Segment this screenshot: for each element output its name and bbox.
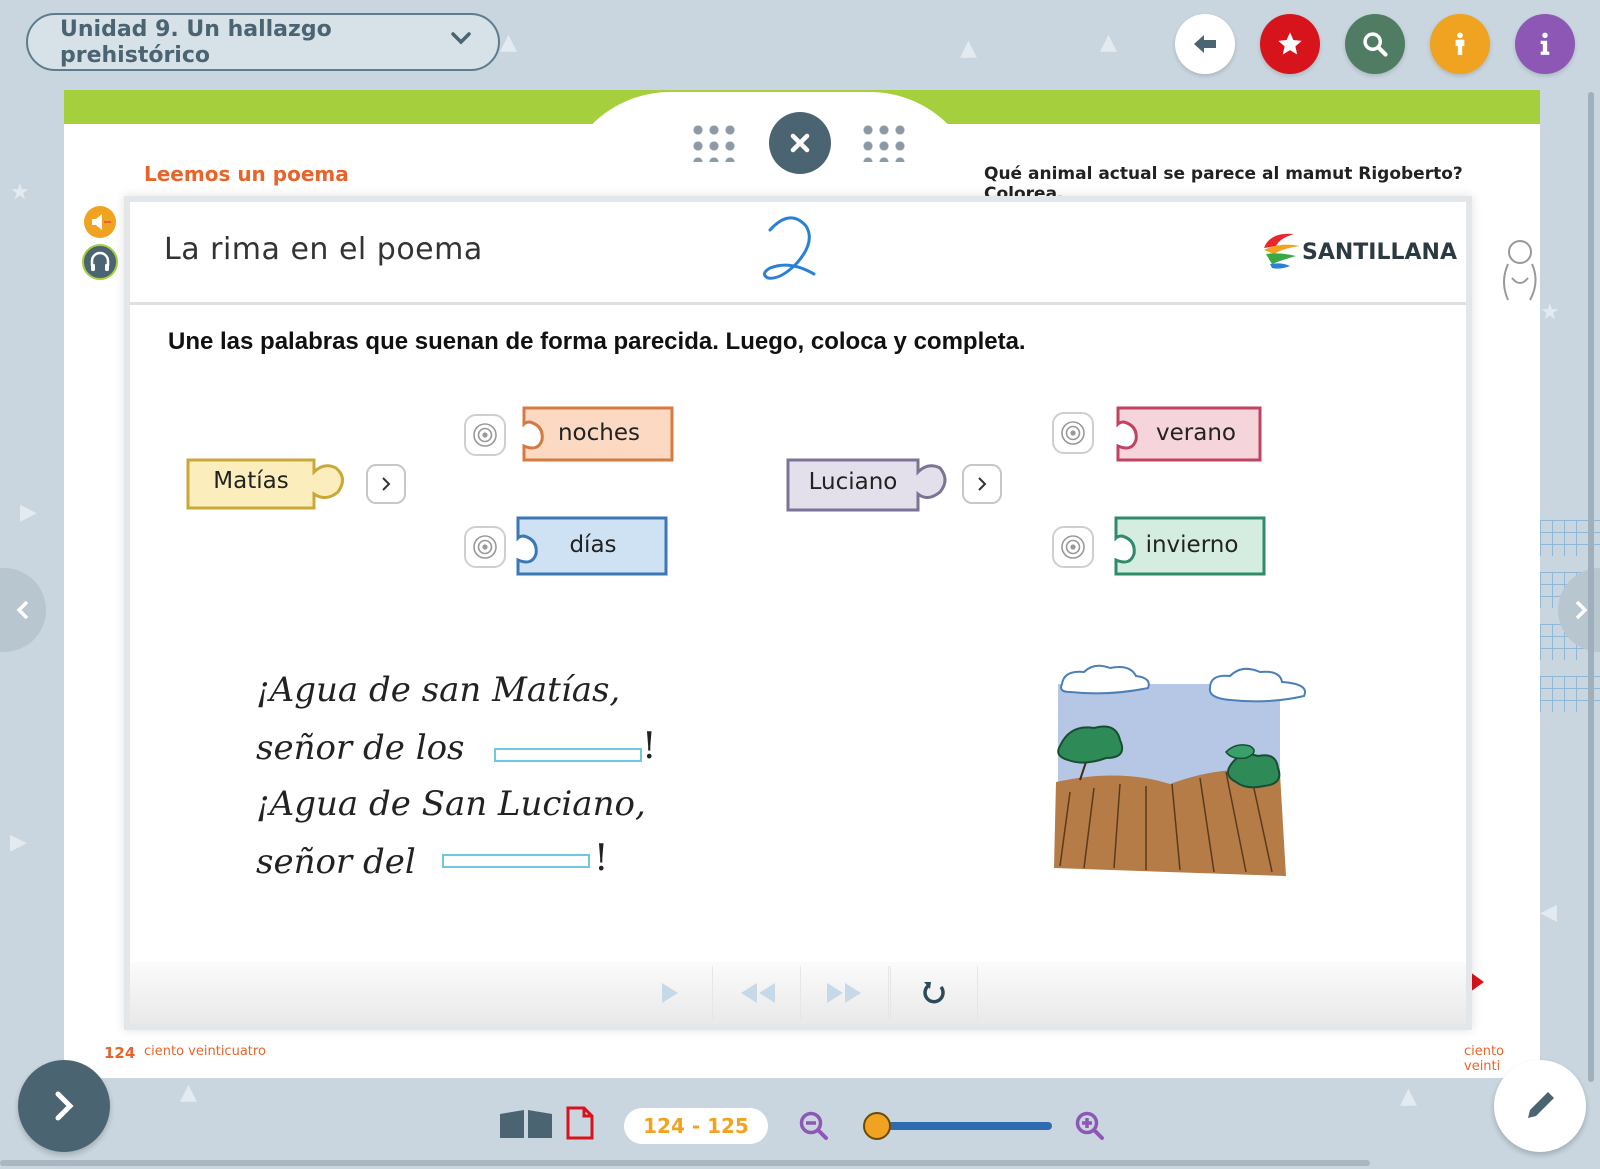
close-button[interactable]: [769, 112, 831, 174]
target-radio-button[interactable]: [464, 414, 506, 456]
bg-triangle-icon: ▲: [180, 1080, 197, 1105]
unit-title: Unidad 9. Un hallazgo prehistórico: [60, 17, 332, 68]
bg-triangle-icon: ◀: [1540, 900, 1557, 925]
edit-pencil-button[interactable]: [1494, 1060, 1586, 1152]
target-icon: [1061, 535, 1085, 559]
audio-speaker-icon[interactable]: [84, 206, 116, 238]
prev-page-button[interactable]: [0, 568, 46, 652]
accessibility-button[interactable]: [1430, 14, 1490, 74]
exclamation-mark: !: [642, 726, 657, 767]
landscape-illustration: [1054, 664, 1306, 876]
double-page-view-icon[interactable]: [498, 1108, 554, 1140]
rewind-button[interactable]: [714, 966, 801, 1020]
rewind-icon: [741, 983, 775, 1003]
chevron-down-icon: [450, 27, 472, 55]
zoom-slider-track[interactable]: [866, 1122, 1052, 1130]
piece-label: verano: [1156, 420, 1236, 446]
close-icon: [790, 133, 810, 153]
drag-handle-right-icon[interactable]: [860, 122, 910, 162]
favorites-button[interactable]: [1260, 14, 1320, 74]
fast-forward-icon: [827, 983, 861, 1003]
pencil-icon: [1528, 1092, 1554, 1118]
bg-triangle-icon: ▶: [10, 830, 27, 855]
bg-triangle-icon: ▲: [1100, 30, 1117, 55]
activity-modal: La rima en el poema SANTILLANA Une las p…: [124, 196, 1472, 1030]
piece-label: Matías: [213, 468, 289, 494]
piece-label: noches: [557, 420, 640, 446]
page-range-indicator[interactable]: 124 - 125: [624, 1108, 768, 1144]
santillana-logo: SANTILLANA: [1260, 222, 1457, 282]
modal-title: La rima en el poema: [164, 232, 483, 267]
back-arrow-icon: [1194, 35, 1216, 53]
menu-expand-button[interactable]: [18, 1060, 110, 1152]
poem-line-1: ¡Agua de san Matías,: [256, 670, 621, 710]
reset-button[interactable]: [890, 966, 978, 1020]
accessibility-icon: [1455, 32, 1465, 55]
bg-triangle-icon: ▲: [500, 30, 517, 55]
target-icon: [473, 535, 497, 559]
instruction-text: Une las palabras que suenan de forma par…: [168, 328, 1026, 355]
answer-blank-1[interactable]: [494, 748, 642, 762]
puzzle-piece-dias[interactable]: días: [514, 512, 670, 580]
modal-header: La rima en el poema SANTILLANA: [130, 202, 1466, 305]
left-page-number: 124: [104, 1044, 136, 1062]
monkey-illustration-icon: [1503, 240, 1537, 301]
bg-triangle-icon: ▶: [20, 500, 37, 525]
target-icon: [1061, 421, 1085, 445]
vertical-scrollbar[interactable]: [1588, 92, 1594, 1082]
play-icon: [662, 983, 678, 1003]
fast-forward-button[interactable]: [802, 966, 889, 1020]
chevron-right-icon: [978, 477, 987, 491]
left-page-heading: Leemos un poema: [144, 162, 349, 186]
handwriting-icon: [763, 216, 816, 280]
search-button[interactable]: [1345, 14, 1405, 74]
puzzle-piece-noches[interactable]: noches: [520, 402, 676, 466]
puzzle-piece-matias[interactable]: Matías: [184, 454, 350, 514]
horizontal-scrollbar[interactable]: [0, 1160, 1370, 1166]
star-icon: [1278, 32, 1302, 55]
exclamation-mark: !: [594, 838, 609, 879]
chevron-right-icon: [55, 1091, 74, 1121]
left-page-words: ciento veinticuatro: [144, 1044, 266, 1059]
info-button[interactable]: [1515, 14, 1575, 74]
search-icon: [1363, 32, 1388, 57]
zoom-in-icon[interactable]: [1074, 1110, 1106, 1142]
media-player-bar: [130, 962, 1466, 1024]
drag-handle-left-icon[interactable]: [690, 122, 740, 162]
poem-line-4: señor del: [256, 842, 416, 882]
connect-arrow-button[interactable]: [962, 464, 1002, 504]
piece-label: días: [569, 532, 617, 558]
puzzle-piece-verano[interactable]: verano: [1114, 402, 1264, 466]
piece-label: Luciano: [808, 469, 898, 495]
headphones-icon[interactable]: [82, 244, 118, 280]
bg-triangle-icon: ▲: [1400, 1084, 1417, 1109]
single-page-view-icon[interactable]: [566, 1106, 594, 1140]
answer-blank-2[interactable]: [442, 854, 590, 868]
piece-label: invierno: [1145, 532, 1239, 558]
play-button[interactable]: [626, 966, 713, 1020]
chevron-right-icon: [382, 477, 391, 491]
back-button[interactable]: [1175, 14, 1235, 74]
target-icon: [473, 423, 497, 447]
santillana-logo-icon: [1264, 233, 1300, 269]
poem-line-2: señor de los: [256, 728, 465, 768]
info-icon: [1540, 32, 1550, 55]
chevron-left-icon: [16, 600, 29, 620]
target-radio-button[interactable]: [464, 526, 506, 568]
bg-triangle-icon: ▲: [960, 36, 977, 61]
logo-text: SANTILLANA: [1302, 240, 1457, 265]
bg-star-icon: ★: [10, 180, 30, 205]
reset-icon: [923, 982, 945, 1004]
zoom-out-icon[interactable]: [798, 1110, 830, 1142]
unit-selector[interactable]: Unidad 9. Un hallazgo prehistórico: [26, 13, 500, 71]
puzzle-piece-luciano[interactable]: Luciano: [784, 454, 950, 516]
target-radio-button[interactable]: [1052, 526, 1094, 568]
target-radio-button[interactable]: [1052, 412, 1094, 454]
zoom-slider-thumb[interactable]: [863, 1112, 892, 1140]
connect-arrow-button[interactable]: [366, 464, 406, 504]
poem-line-3: ¡Agua de San Luciano,: [256, 784, 646, 824]
puzzle-piece-invierno[interactable]: invierno: [1112, 512, 1268, 580]
